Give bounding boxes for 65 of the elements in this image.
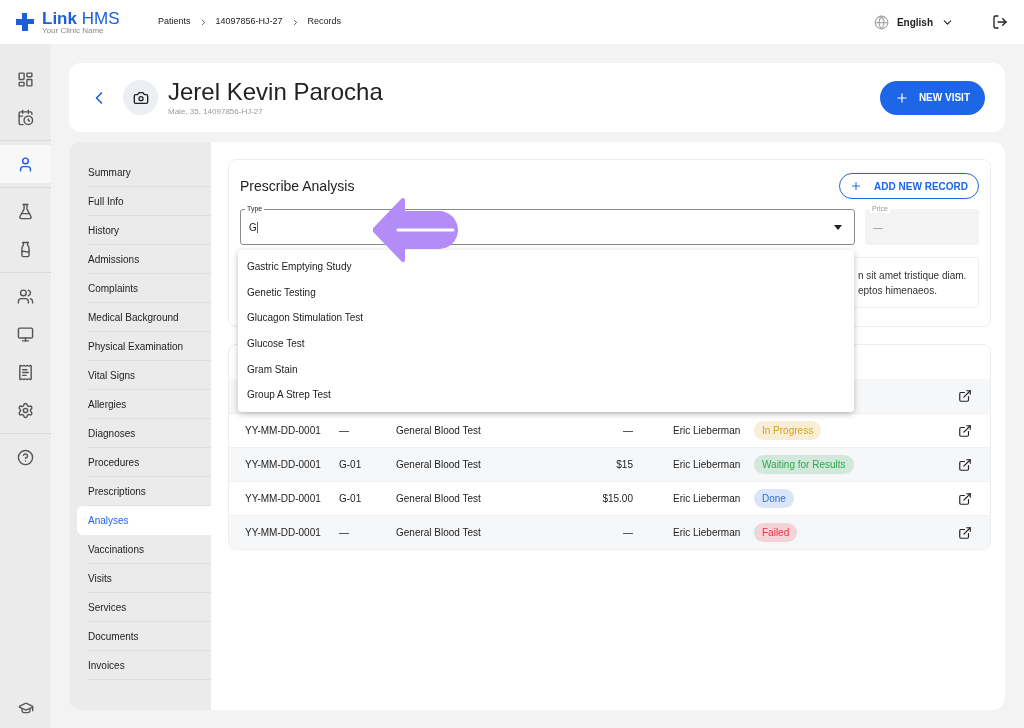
patient-name: Jerel Kevin Parocha	[168, 77, 383, 106]
dropdown-arrow-icon	[834, 224, 842, 230]
table-cell-text: $15	[615, 458, 633, 472]
table-cell-text: —	[339, 526, 350, 540]
suggestion-item[interactable]: Glucagon Stimulation Test	[238, 305, 854, 331]
camera-icon	[132, 89, 149, 106]
table-cell-text: —	[622, 424, 633, 438]
logout-icon[interactable]	[992, 14, 1008, 30]
dashboard-icon	[17, 70, 34, 88]
receipt-icon	[17, 363, 34, 381]
calendar-icon	[17, 108, 34, 126]
monitor-icon	[17, 325, 34, 343]
card-title: Prescribe Analysis	[240, 176, 355, 196]
suggestion-item[interactable]: Gram Stain	[238, 356, 854, 382]
description-text: n sit amet tristique diam. eptos himenaeos.	[858, 268, 967, 298]
breadcrumb-link[interactable]: Patients	[158, 15, 191, 29]
brand-name: Link HMS	[42, 9, 121, 27]
status-badge: Waiting for Results	[754, 455, 854, 474]
breadcrumb-link[interactable]: 14097856-HJ-27	[215, 15, 283, 29]
language-selector[interactable]: English	[873, 14, 954, 30]
table-cell-text: Eric Lieberman	[672, 492, 742, 506]
table-cell-text: —	[622, 526, 633, 540]
suggestion-item[interactable]: Gastric Emptying Study	[238, 254, 854, 280]
plus-icon	[850, 180, 863, 192]
table-cell-text: YY-MM-DD-0001	[244, 458, 322, 472]
table-cell-text: —	[339, 424, 350, 438]
help-icon	[17, 448, 34, 466]
table-cell-text: General Blood Test	[396, 458, 482, 472]
table-cell-text: G-01	[339, 458, 363, 472]
table-cell-text: Eric Lieberman	[672, 458, 742, 472]
table-cell-text: YY-MM-DD-0001	[244, 492, 322, 506]
open-icon[interactable]	[958, 389, 972, 403]
graduation-cap-icon[interactable]	[17, 700, 34, 716]
table-cell-text: General Blood Test	[396, 424, 482, 438]
table-cell-text: YY-MM-DD-0001	[244, 424, 322, 438]
status-badge: Failed	[754, 523, 798, 542]
suggestion-item[interactable]: Glucose Test	[238, 330, 854, 357]
globe-icon	[873, 14, 889, 30]
plus-icon	[894, 90, 909, 105]
table-cell-text: $15.00	[601, 492, 633, 506]
open-icon[interactable]	[958, 457, 972, 472]
table-cell-text: G-01	[339, 492, 363, 506]
table-cell-text: General Blood Test	[396, 526, 482, 540]
flask-icon	[17, 202, 34, 220]
table-cell-text: General Blood Test	[396, 492, 482, 506]
person-icon	[17, 155, 34, 173]
breadcrumb-link[interactable]: Records	[307, 15, 342, 29]
brand-subtitle: Your Clinic Name	[42, 26, 105, 35]
status-badge: In Progress	[754, 421, 822, 440]
table-cell-text: YY-MM-DD-0001	[244, 526, 322, 540]
suggestion-item[interactable]: Group A Strep Test	[238, 381, 854, 408]
logo-icon	[16, 13, 34, 31]
users-icon	[17, 287, 34, 305]
status-badge: Done	[754, 489, 794, 508]
settings-icon	[17, 401, 34, 419]
table-cell-text: Eric Lieberman	[672, 424, 742, 438]
table-cell-text: Eric Lieberman	[672, 526, 742, 540]
section-item[interactable]: Analyses	[77, 506, 211, 535]
suggestion-item[interactable]: Genetic Testing	[238, 279, 854, 306]
new-visit-button[interactable]: NEW VISIT	[879, 80, 985, 115]
open-icon[interactable]	[958, 525, 972, 540]
open-icon[interactable]	[958, 423, 972, 438]
avatar-placeholder[interactable]	[123, 80, 158, 115]
patient-details: Male, 35, 14097856-HJ-27	[168, 105, 264, 118]
open-icon[interactable]	[958, 491, 972, 506]
